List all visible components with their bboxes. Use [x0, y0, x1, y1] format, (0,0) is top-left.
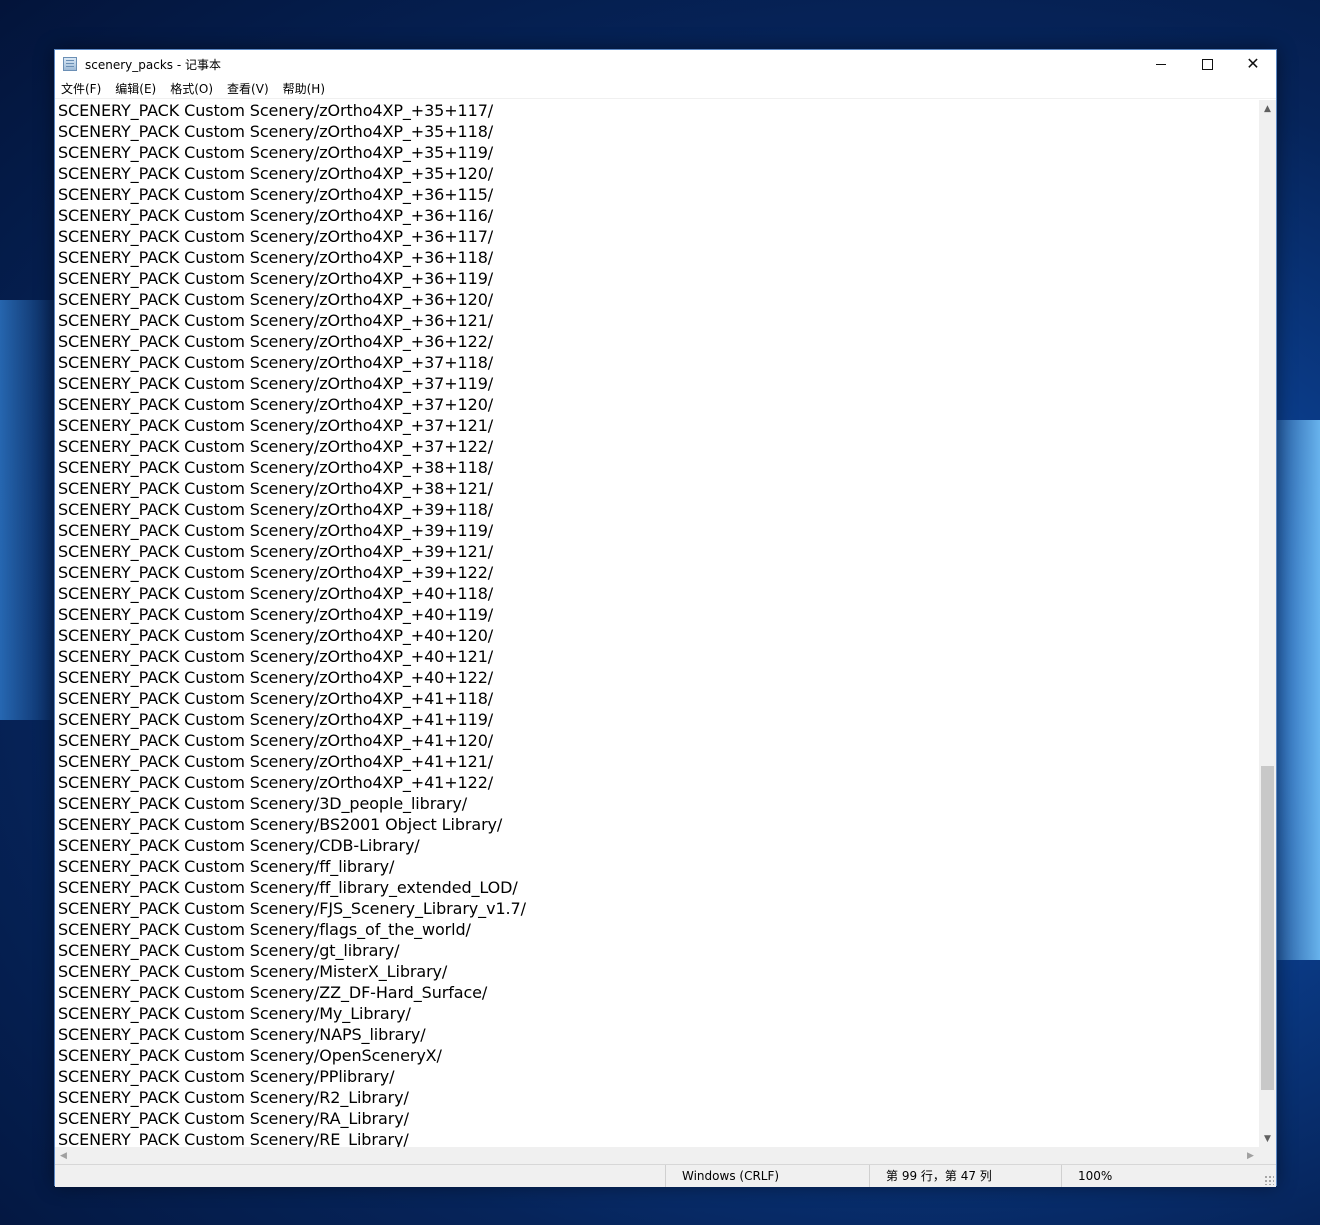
text-line[interactable]: SCENERY_PACK Custom Scenery/ff_library/ [55, 856, 1259, 877]
window-title: scenery_packs - 记事本 [85, 58, 221, 72]
text-line[interactable]: SCENERY_PACK Custom Scenery/FJS_Scenery_… [55, 898, 1259, 919]
text-line[interactable]: SCENERY_PACK Custom Scenery/zOrtho4XP_+3… [55, 415, 1259, 436]
text-line[interactable]: SCENERY_PACK Custom Scenery/zOrtho4XP_+3… [55, 541, 1259, 562]
status-cursor-position: 第 99 行，第 47 列 [869, 1165, 1061, 1187]
text-line[interactable]: SCENERY_PACK Custom Scenery/zOrtho4XP_+3… [55, 100, 1259, 121]
close-icon: ✕ [1246, 54, 1260, 73]
text-line[interactable]: SCENERY_PACK Custom Scenery/gt_library/ [55, 940, 1259, 961]
text-line[interactable]: SCENERY_PACK Custom Scenery/zOrtho4XP_+3… [55, 436, 1259, 457]
minimize-icon [1156, 63, 1166, 65]
menu-help[interactable]: 帮助(H) [283, 80, 325, 97]
maximize-button[interactable] [1184, 50, 1230, 78]
status-bar: Windows (CRLF) 第 99 行，第 47 列 100% [55, 1164, 1276, 1187]
text-line[interactable]: SCENERY_PACK Custom Scenery/zOrtho4XP_+3… [55, 205, 1259, 226]
menu-edit[interactable]: 编辑(E) [115, 80, 156, 97]
vertical-scroll-thumb[interactable] [1261, 766, 1274, 1090]
text-line[interactable]: SCENERY_PACK Custom Scenery/zOrtho4XP_+4… [55, 625, 1259, 646]
text-line[interactable]: SCENERY_PACK Custom Scenery/zOrtho4XP_+4… [55, 751, 1259, 772]
desktop-light-left [0, 300, 60, 720]
vertical-scrollbar[interactable]: ▲ ▼ [1259, 100, 1276, 1147]
text-line[interactable]: SCENERY_PACK Custom Scenery/My_Library/ [55, 1003, 1259, 1024]
horizontal-scrollbar[interactable]: ◀ ▶ [55, 1147, 1259, 1164]
text-line[interactable]: SCENERY_PACK Custom Scenery/zOrtho4XP_+3… [55, 520, 1259, 541]
menu-file[interactable]: 文件(F) [61, 80, 101, 97]
text-line[interactable]: SCENERY_PACK Custom Scenery/zOrtho4XP_+4… [55, 667, 1259, 688]
text-line[interactable]: SCENERY_PACK Custom Scenery/zOrtho4XP_+4… [55, 772, 1259, 793]
text-line[interactable]: SCENERY_PACK Custom Scenery/R2_Library/ [55, 1087, 1259, 1108]
text-line[interactable]: SCENERY_PACK Custom Scenery/zOrtho4XP_+3… [55, 352, 1259, 373]
text-line[interactable]: SCENERY_PACK Custom Scenery/MisterX_Libr… [55, 961, 1259, 982]
scroll-right-arrow-icon[interactable]: ▶ [1242, 1147, 1259, 1164]
close-button[interactable]: ✕ [1230, 50, 1276, 78]
scroll-up-arrow-icon[interactable]: ▲ [1259, 100, 1276, 117]
text-line[interactable]: SCENERY_PACK Custom Scenery/zOrtho4XP_+3… [55, 163, 1259, 184]
scrollbar-corner [1259, 1147, 1276, 1164]
text-line[interactable]: SCENERY_PACK Custom Scenery/zOrtho4XP_+3… [55, 121, 1259, 142]
notepad-window: scenery_packs - 记事本 ✕ 文件(F) 编辑(E) 格式(O) … [54, 49, 1277, 1187]
text-line[interactable]: SCENERY_PACK Custom Scenery/zOrtho4XP_+4… [55, 583, 1259, 604]
title-bar[interactable]: scenery_packs - 记事本 ✕ [55, 50, 1276, 78]
scroll-left-arrow-icon[interactable]: ◀ [55, 1147, 72, 1164]
text-line[interactable]: SCENERY_PACK Custom Scenery/zOrtho4XP_+3… [55, 562, 1259, 583]
status-zoom: 100% [1061, 1165, 1261, 1187]
text-line[interactable]: SCENERY_PACK Custom Scenery/zOrtho4XP_+3… [55, 247, 1259, 268]
text-line[interactable]: SCENERY_PACK Custom Scenery/zOrtho4XP_+4… [55, 646, 1259, 667]
text-line[interactable]: SCENERY_PACK Custom Scenery/3D_people_li… [55, 793, 1259, 814]
minimize-button[interactable] [1138, 50, 1184, 78]
text-line[interactable]: SCENERY_PACK Custom Scenery/RA_Library/ [55, 1108, 1259, 1129]
menu-bar: 文件(F) 编辑(E) 格式(O) 查看(V) 帮助(H) [55, 78, 1276, 99]
scroll-down-arrow-icon[interactable]: ▼ [1259, 1130, 1276, 1147]
text-line[interactable]: SCENERY_PACK Custom Scenery/zOrtho4XP_+4… [55, 709, 1259, 730]
text-line[interactable]: SCENERY_PACK Custom Scenery/OpenSceneryX… [55, 1045, 1259, 1066]
text-line[interactable]: SCENERY_PACK Custom Scenery/zOrtho4XP_+3… [55, 310, 1259, 331]
text-editor[interactable]: SCENERY_PACK Custom Scenery/zOrtho4XP_+3… [55, 100, 1259, 1147]
text-line[interactable]: SCENERY_PACK Custom Scenery/NAPS_library… [55, 1024, 1259, 1045]
notepad-icon [63, 57, 77, 71]
text-line[interactable]: SCENERY_PACK Custom Scenery/zOrtho4XP_+3… [55, 394, 1259, 415]
text-line[interactable]: SCENERY_PACK Custom Scenery/PPlibrary/ [55, 1066, 1259, 1087]
text-line[interactable]: SCENERY_PACK Custom Scenery/zOrtho4XP_+4… [55, 604, 1259, 625]
menu-format[interactable]: 格式(O) [170, 80, 213, 97]
text-line[interactable]: SCENERY_PACK Custom Scenery/zOrtho4XP_+3… [55, 478, 1259, 499]
text-line[interactable]: SCENERY_PACK Custom Scenery/zOrtho4XP_+3… [55, 184, 1259, 205]
text-line[interactable]: SCENERY_PACK Custom Scenery/zOrtho4XP_+3… [55, 373, 1259, 394]
text-line[interactable]: SCENERY_PACK Custom Scenery/ff_library_e… [55, 877, 1259, 898]
menu-view[interactable]: 查看(V) [227, 80, 269, 97]
text-line[interactable]: SCENERY_PACK Custom Scenery/ZZ_DF-Hard_S… [55, 982, 1259, 1003]
status-encoding: Windows (CRLF) [665, 1165, 869, 1187]
text-line[interactable]: SCENERY_PACK Custom Scenery/flags_of_the… [55, 919, 1259, 940]
text-line[interactable]: SCENERY_PACK Custom Scenery/zOrtho4XP_+3… [55, 226, 1259, 247]
maximize-icon [1201, 58, 1213, 70]
text-line[interactable]: SCENERY_PACK Custom Scenery/zOrtho4XP_+4… [55, 688, 1259, 709]
text-line[interactable]: SCENERY_PACK Custom Scenery/RE_Library/ [55, 1129, 1259, 1147]
text-line[interactable]: SCENERY_PACK Custom Scenery/zOrtho4XP_+4… [55, 730, 1259, 751]
text-line[interactable]: SCENERY_PACK Custom Scenery/zOrtho4XP_+3… [55, 331, 1259, 352]
resize-grip-icon[interactable] [1264, 1175, 1274, 1185]
text-line[interactable]: SCENERY_PACK Custom Scenery/CDB-Library/ [55, 835, 1259, 856]
text-line[interactable]: SCENERY_PACK Custom Scenery/zOrtho4XP_+3… [55, 142, 1259, 163]
text-line[interactable]: SCENERY_PACK Custom Scenery/zOrtho4XP_+3… [55, 457, 1259, 478]
text-line[interactable]: SCENERY_PACK Custom Scenery/zOrtho4XP_+3… [55, 289, 1259, 310]
text-line[interactable]: SCENERY_PACK Custom Scenery/BS2001 Objec… [55, 814, 1259, 835]
text-line[interactable]: SCENERY_PACK Custom Scenery/zOrtho4XP_+3… [55, 499, 1259, 520]
text-line[interactable]: SCENERY_PACK Custom Scenery/zOrtho4XP_+3… [55, 268, 1259, 289]
